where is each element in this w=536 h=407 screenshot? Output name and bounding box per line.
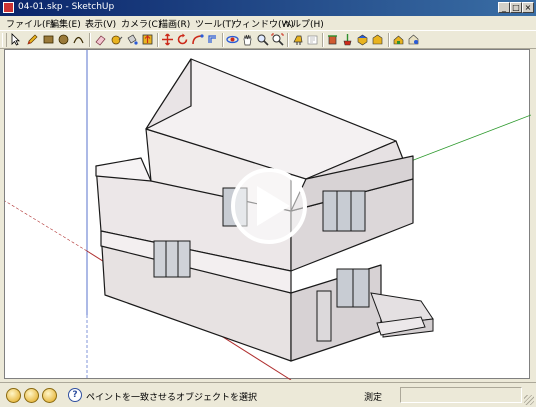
- minimize-button[interactable]: _: [498, 2, 510, 13]
- play-button-icon[interactable]: [231, 168, 307, 244]
- section-icon[interactable]: [326, 33, 339, 46]
- red-axis-negative: [5, 200, 88, 252]
- paint-bucket-icon[interactable]: [125, 33, 138, 46]
- menu-view[interactable]: 表示(V): [85, 17, 116, 30]
- menu-camera[interactable]: カメラ(C): [121, 17, 161, 30]
- menu-draw[interactable]: 描画(R): [159, 17, 190, 30]
- user-icon[interactable]: [42, 388, 57, 403]
- toolbar-grip[interactable]: [2, 33, 7, 47]
- pencil-icon[interactable]: [26, 33, 39, 46]
- maximize-button[interactable]: □: [510, 2, 522, 13]
- status-bar: ? ペイントを一致させるオブジェクトを選択 測定: [0, 382, 536, 407]
- close-button[interactable]: ×: [522, 2, 534, 13]
- toolbar-separator: [322, 33, 324, 47]
- warehouse-icon[interactable]: [371, 33, 384, 46]
- orbit-icon[interactable]: [226, 33, 239, 46]
- model-info-icon[interactable]: [356, 33, 369, 46]
- sketchup-app-icon: [3, 2, 14, 13]
- menu-help[interactable]: ヘルプ(H): [283, 17, 324, 30]
- green-axis: [410, 114, 531, 162]
- entry-door: [316, 290, 332, 342]
- circle-icon[interactable]: [57, 33, 70, 46]
- arc-icon[interactable]: [72, 33, 85, 46]
- status-hint: ペイントを一致させるオブジェクトを選択: [86, 393, 258, 403]
- menu-file[interactable]: ファイル(F): [6, 17, 54, 30]
- geo-location-icon[interactable]: [6, 388, 21, 403]
- tape-icon[interactable]: [110, 33, 123, 46]
- zoom-icon[interactable]: [256, 33, 269, 46]
- rotate-icon[interactable]: [176, 33, 189, 46]
- measurement-input[interactable]: [400, 387, 522, 403]
- select-icon[interactable]: [9, 33, 22, 46]
- look-around-icon[interactable]: [306, 33, 319, 46]
- window-ground-left: [153, 240, 191, 278]
- move-icon[interactable]: [161, 33, 174, 46]
- toolbar-separator: [89, 33, 91, 47]
- toolbar-separator: [157, 33, 159, 47]
- measurement-label: 測定: [364, 393, 383, 403]
- help-icon[interactable]: ?: [68, 388, 82, 402]
- push-pull-icon[interactable]: [141, 33, 154, 46]
- offset-icon[interactable]: [206, 33, 219, 46]
- get-models-icon[interactable]: [407, 33, 420, 46]
- components-icon[interactable]: [341, 33, 354, 46]
- rectangle-icon[interactable]: [42, 33, 55, 46]
- window-upper-right: [322, 190, 366, 232]
- house-model[interactable]: [5, 50, 531, 380]
- window-title: 04-01.skp - SketchUp: [18, 2, 115, 12]
- walk-icon[interactable]: [291, 33, 304, 46]
- follow-me-icon[interactable]: [191, 33, 204, 46]
- toolbar: [0, 30, 536, 49]
- credits-icon[interactable]: [24, 388, 39, 403]
- toolbar-separator: [287, 33, 289, 47]
- menu-bar: ファイル(F) 編集(E) 表示(V) カメラ(C) 描画(R) ツール(T) …: [0, 16, 536, 30]
- toolbar-separator: [222, 33, 224, 47]
- eraser-icon[interactable]: [94, 33, 107, 46]
- entry-steps: [370, 292, 434, 338]
- menu-tools[interactable]: ツール(T): [195, 17, 235, 30]
- title-bar: 04-01.skp - SketchUp _ □ ×: [0, 0, 536, 16]
- zoom-extents-icon[interactable]: [271, 33, 284, 46]
- share-icon[interactable]: [392, 33, 405, 46]
- pan-icon[interactable]: [241, 33, 254, 46]
- resize-grip-icon[interactable]: [524, 395, 534, 405]
- drawing-viewport[interactable]: [4, 49, 531, 380]
- toolbar-separator: [388, 33, 390, 47]
- menu-edit[interactable]: 編集(E): [50, 17, 81, 30]
